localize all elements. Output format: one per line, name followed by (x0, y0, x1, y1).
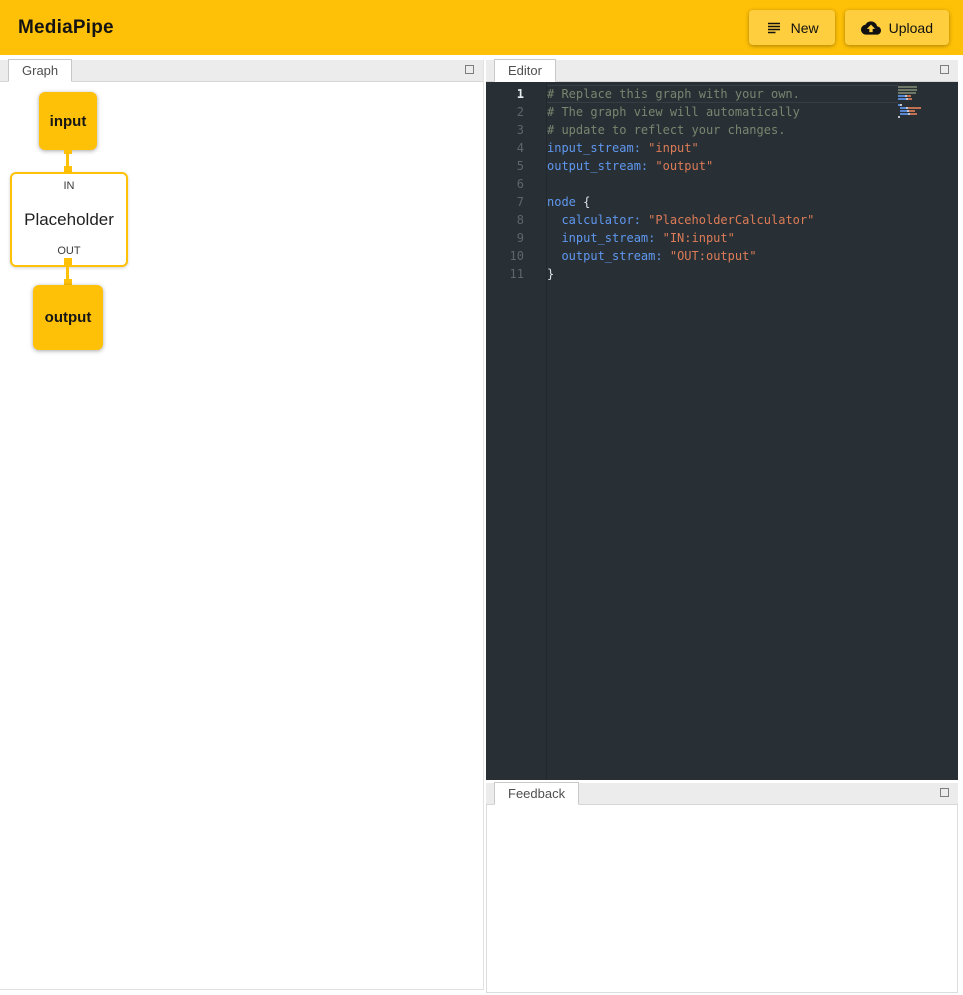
new-button-label: New (791, 20, 819, 36)
minimap[interactable] (898, 86, 946, 119)
feedback-panel: Feedback (486, 783, 958, 993)
code-line: output_stream: "OUT:output" (547, 247, 898, 265)
code-line: output_stream: "output" (547, 157, 898, 175)
feedback-content (486, 805, 958, 993)
new-list-icon (765, 19, 783, 37)
upload-button-label: Upload (889, 20, 933, 36)
cloud-upload-icon (861, 18, 881, 38)
graph-node-output[interactable]: output (33, 285, 103, 350)
maximize-icon[interactable] (465, 65, 474, 74)
code-line: # Replace this graph with your own. (547, 85, 898, 103)
feedback-panel-header: Feedback (486, 783, 958, 805)
maximize-icon[interactable] (940, 788, 949, 797)
graph-panel: Graph input IN Placeholder OUT output (0, 60, 484, 990)
node-input-label: input (50, 113, 87, 130)
code-line: } (547, 265, 898, 283)
mediapipe-visualizer: MediaPipe New Upload (0, 0, 963, 995)
top-bar: MediaPipe New Upload (0, 0, 963, 55)
graph-canvas[interactable]: input IN Placeholder OUT output (0, 82, 483, 989)
code-line: # The graph view will automatically (547, 103, 898, 121)
code-line: input_stream: "IN:input" (547, 229, 898, 247)
maximize-icon[interactable] (940, 65, 949, 74)
tab-editor[interactable]: Editor (494, 59, 556, 82)
graph-panel-header: Graph (0, 60, 483, 82)
code-line: input_stream: "input" (547, 139, 898, 157)
app-title: MediaPipe (18, 17, 114, 39)
new-button[interactable]: New (749, 10, 835, 45)
top-bar-actions: New Upload (749, 10, 949, 45)
graph-node-input[interactable]: input (39, 92, 97, 150)
code-line: calculator: "PlaceholderCalculator" (547, 211, 898, 229)
code-editor[interactable]: 1234567891011 # Replace this graph with … (486, 82, 958, 780)
graph-node-placeholder[interactable]: IN Placeholder OUT (10, 172, 128, 267)
line-numbers: 1234567891011 (486, 85, 524, 283)
out-port-label: OUT (12, 245, 126, 257)
node-output-label: output (45, 309, 92, 326)
code-line (547, 175, 898, 193)
editor-panel-header: Editor (486, 60, 958, 82)
tab-feedback[interactable]: Feedback (494, 782, 579, 805)
upload-button[interactable]: Upload (845, 10, 949, 45)
code-line: node { (547, 193, 898, 211)
code-line: # update to reflect your changes. (547, 121, 898, 139)
tab-graph[interactable]: Graph (8, 59, 72, 82)
editor-panel: Editor 1234567891011 # Replace this grap… (486, 60, 958, 780)
in-port-label: IN (12, 180, 126, 192)
placeholder-node-label: Placeholder (12, 210, 126, 230)
code-lines: # Replace this graph with your own.# The… (547, 85, 898, 283)
